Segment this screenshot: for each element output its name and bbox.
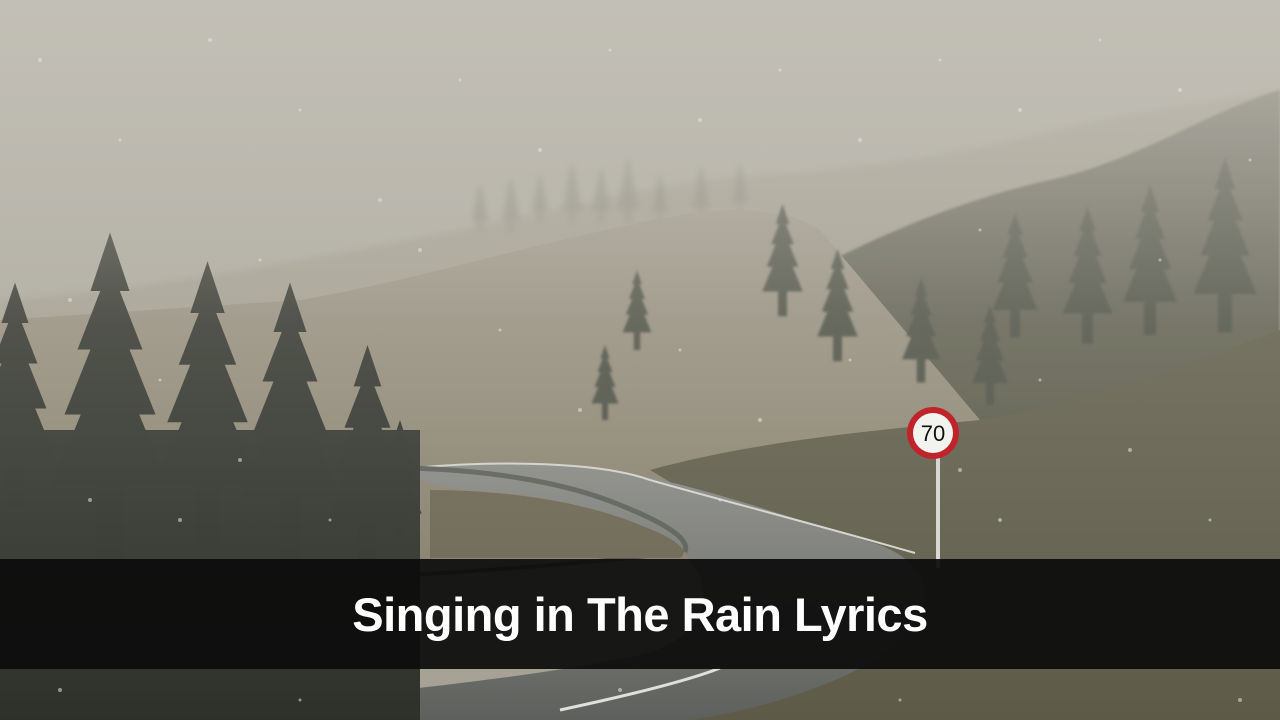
speed-limit-value: 70 xyxy=(921,421,945,446)
caption-title: Singing in The Rain Lyrics xyxy=(352,587,928,641)
caption-bar: Singing in The Rain Lyrics xyxy=(0,559,1280,669)
sign-post xyxy=(936,458,940,568)
